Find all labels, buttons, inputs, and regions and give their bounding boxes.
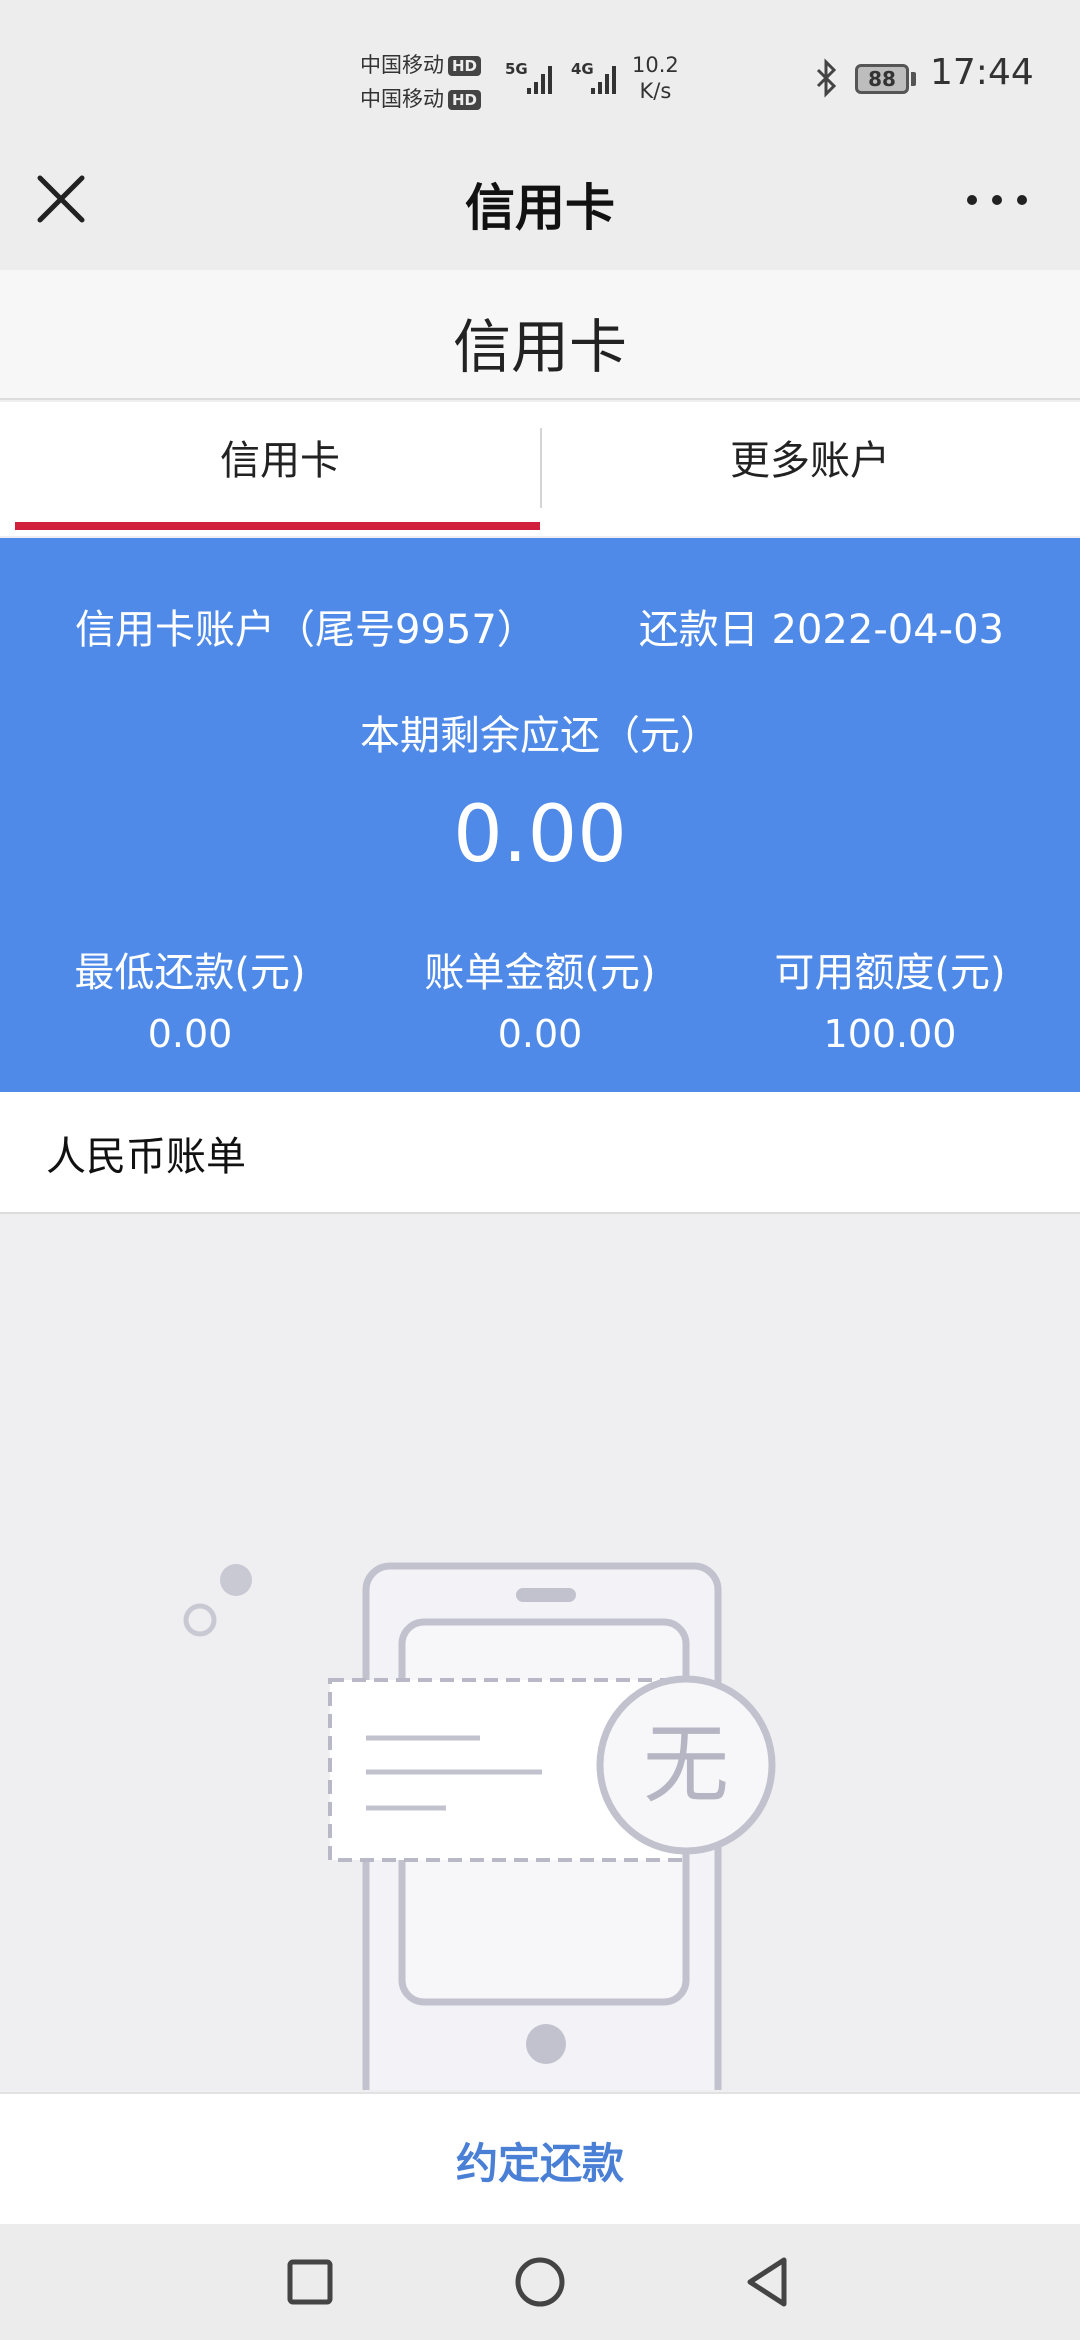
stat-minimum-payment: 最低还款(元) 0.00 <box>10 940 370 1056</box>
stat-label: 最低还款(元) <box>74 950 306 996</box>
tab-credit-card[interactable]: 信用卡 <box>10 428 550 486</box>
stat-label: 可用额度(元) <box>774 950 1006 996</box>
more-options-icon[interactable] <box>962 180 1032 220</box>
recent-apps-icon[interactable] <box>280 2252 340 2312</box>
card-account-label: 信用卡账户（尾号9957） <box>75 607 537 653</box>
sub-header-title: 信用卡 <box>452 313 627 381</box>
carrier-label-1: 中国移动 <box>360 53 444 77</box>
speed-unit: K/s <box>639 79 672 103</box>
repayment-date: 还款日 2022-04-03 <box>638 607 1004 653</box>
stat-value: 100.00 <box>823 1012 957 1056</box>
remaining-due-amount: 0.00 <box>453 790 627 880</box>
signal-icon: 5G 4G <box>505 60 616 94</box>
hd-badge-2: HD <box>448 90 482 110</box>
page-title: 信用卡 <box>465 179 615 237</box>
scheduled-repayment-button[interactable]: 约定还款 <box>0 2130 1080 2191</box>
speed-value: 10.2 <box>632 53 679 77</box>
home-icon[interactable] <box>510 2252 570 2312</box>
empty-bill-illustration-icon: 无 <box>183 1562 776 2090</box>
hd-badge-1: HD <box>448 56 482 76</box>
stat-available-credit: 可用额度(元) 100.00 <box>710 940 1070 1056</box>
remaining-due-label: 本期剩余应还（元） <box>360 713 720 759</box>
network-speed: 10.2 K/s <box>632 52 679 104</box>
carrier-label-2: 中国移动 <box>360 87 444 111</box>
carrier-info: 中国移动 HD 中国移动 HD <box>360 48 482 116</box>
bluetooth-icon <box>816 58 837 98</box>
network-type-2: 4G <box>571 60 594 78</box>
status-time: 17:44 <box>930 52 1034 93</box>
battery-indicator: 88 <box>855 64 909 94</box>
tab-more-accounts[interactable]: 更多账户 <box>540 428 1080 486</box>
stat-value: 0.00 <box>497 1012 583 1056</box>
stat-bill-amount: 账单金额(元) 0.00 <box>360 940 720 1056</box>
active-tab-indicator <box>15 522 540 530</box>
stat-label: 账单金额(元) <box>424 950 656 996</box>
stat-value: 0.00 <box>147 1012 233 1056</box>
yuan-glyph: 无 <box>643 1715 729 1815</box>
rmb-bill-label: 人民币账单 <box>46 1134 246 1180</box>
back-icon[interactable] <box>740 2252 800 2312</box>
network-type-1: 5G <box>505 60 528 78</box>
battery-tip <box>911 72 916 86</box>
